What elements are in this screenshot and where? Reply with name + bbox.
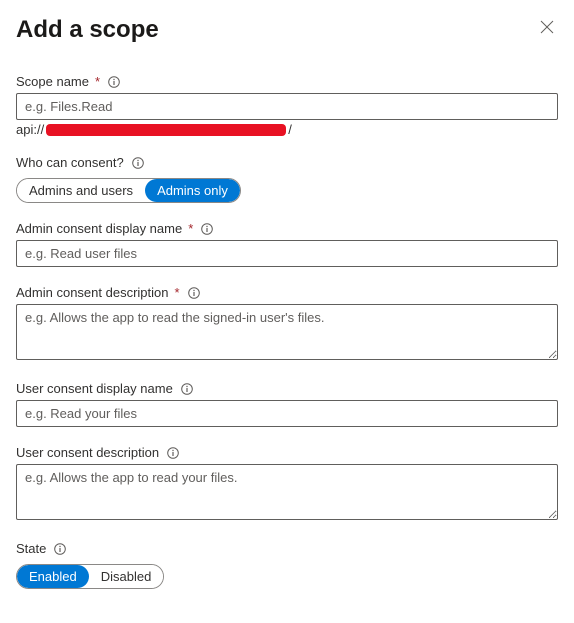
state-toggle[interactable]: Enabled Disabled [16, 564, 164, 589]
state-option-enabled[interactable]: Enabled [17, 565, 89, 588]
state-option-disabled[interactable]: Disabled [89, 565, 164, 588]
admin-consent-description-label: Admin consent description [16, 285, 168, 300]
redacted-app-id [46, 124, 286, 136]
user-consent-display-name-label: User consent display name [16, 381, 173, 396]
required-indicator: * [174, 285, 179, 300]
scope-name-label: Scope name [16, 74, 89, 89]
api-prefix-row: api:// / [16, 122, 558, 137]
info-icon[interactable] [108, 76, 120, 88]
user-consent-description-input[interactable] [16, 464, 558, 520]
info-icon[interactable] [54, 543, 66, 555]
state-label: State [16, 541, 46, 556]
consent-option-admins-only[interactable]: Admins only [145, 179, 240, 202]
user-consent-display-name-input[interactable] [16, 400, 558, 427]
consent-option-admins-and-users[interactable]: Admins and users [17, 179, 145, 202]
info-icon[interactable] [181, 383, 193, 395]
who-can-consent-label: Who can consent? [16, 155, 124, 170]
admin-consent-description-input[interactable] [16, 304, 558, 360]
admin-consent-display-name-label: Admin consent display name [16, 221, 182, 236]
info-icon[interactable] [188, 287, 200, 299]
required-indicator: * [188, 221, 193, 236]
info-icon[interactable] [167, 447, 179, 459]
required-indicator: * [95, 74, 100, 89]
scope-name-input[interactable] [16, 93, 558, 120]
info-icon[interactable] [132, 157, 144, 169]
close-icon[interactable] [536, 16, 558, 41]
panel-title: Add a scope [16, 16, 159, 44]
api-prefix-text: api:// [16, 122, 44, 137]
api-suffix-text: / [288, 122, 292, 137]
who-can-consent-toggle[interactable]: Admins and users Admins only [16, 178, 241, 203]
user-consent-description-label: User consent description [16, 445, 159, 460]
admin-consent-display-name-input[interactable] [16, 240, 558, 267]
info-icon[interactable] [201, 223, 213, 235]
